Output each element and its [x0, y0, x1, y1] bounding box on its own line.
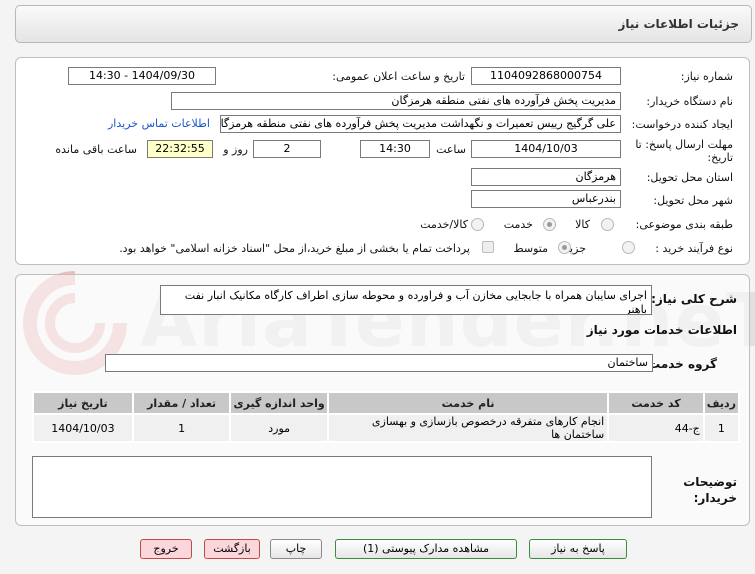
category-option-goods-label: کالا	[575, 218, 590, 231]
process-type-label: نوع فرآیند خرید :	[655, 242, 733, 255]
col-index: ردیف	[702, 391, 741, 415]
province-field: هرمزگان	[471, 168, 621, 186]
category-option-service-label: خدمت	[503, 218, 533, 231]
days-label: روز و	[223, 143, 248, 156]
row-qty: 1	[131, 413, 232, 443]
table-row: 1 ج-44 انجام کارهای متفرقه درخصوص بازساز…	[32, 413, 741, 443]
col-code: کد خدمت	[607, 391, 705, 415]
row-date: 1404/10/03	[32, 413, 134, 443]
creator-label: ایجاد کننده درخواست:	[631, 118, 733, 131]
remaining-time-label: ساعت باقی مانده	[55, 143, 137, 156]
treasury-payment-checkbox[interactable]	[482, 241, 494, 253]
reply-button[interactable]: پاسخ به نیاز	[529, 539, 627, 559]
page-title: جزئیات اطلاعات نیاز	[618, 17, 739, 31]
deadline-date-field: 1404/10/03	[471, 140, 621, 158]
remaining-time-field: 22:32:55	[147, 140, 213, 158]
need-info-panel	[15, 57, 750, 265]
process-radio-minor[interactable]	[622, 241, 635, 254]
city-label: شهر محل تحویل:	[653, 194, 733, 207]
row-unit: مورد	[229, 413, 329, 443]
description-field: اجرای سایبان همراه با جابجایی مخازن آب و…	[160, 285, 652, 315]
deadline-label-date: تاریخ:	[707, 151, 733, 164]
services-section-title: اطلاعات خدمات مورد نیاز	[586, 323, 737, 337]
buyer-notes-label: توضیحات خریدار:	[683, 475, 737, 505]
exit-button[interactable]: خروج	[140, 539, 192, 559]
header-bar: جزئیات اطلاعات نیاز	[15, 5, 752, 43]
services-table: ردیف کد خدمت نام خدمت واحد اندازه گیری ت…	[32, 391, 741, 443]
row-code: ج-44	[607, 413, 705, 443]
city-field: بندرعباس	[471, 190, 621, 208]
deadline-time-field: 14:30	[360, 140, 430, 158]
col-unit: واحد اندازه گیری	[229, 391, 329, 415]
treasury-payment-note: پرداخت تمام یا بخشی از مبلغ خرید،از محل …	[119, 242, 470, 255]
process-radio-medium[interactable]	[558, 241, 571, 254]
province-label: استان محل تحویل:	[646, 171, 733, 184]
table-header-row: ردیف کد خدمت نام خدمت واحد اندازه گیری ت…	[32, 391, 741, 415]
deadline-label: مهلت ارسال پاسخ: تا	[635, 138, 733, 151]
process-option-medium-label: متوسط	[513, 242, 548, 255]
buyer-notes-label-1: توضیحات خریدار:	[683, 474, 737, 506]
col-name: نام خدمت	[326, 391, 610, 415]
days-remaining-field: 2	[253, 140, 321, 158]
deadline-time-label: ساعت	[436, 143, 466, 156]
need-number-field: 1104092868000754	[471, 67, 621, 85]
buyer-org-field: مدیریت پخش فرآورده های نفتی منطقه هرمزگا…	[171, 92, 621, 110]
buyer-notes-field	[32, 456, 652, 518]
description-label: شرح کلی نیاز:	[651, 292, 737, 306]
back-button[interactable]: بازگشت	[204, 539, 260, 559]
announce-label: تاریخ و ساعت اعلان عمومی:	[332, 70, 465, 83]
row-name: انجام کارهای متفرقه درخصوص بازسازی و بهس…	[326, 413, 610, 443]
service-group-label: گروه خدمت:	[643, 357, 717, 371]
category-radio-goods[interactable]	[601, 218, 614, 231]
row-index: 1	[702, 413, 741, 443]
print-button[interactable]: چاپ	[270, 539, 322, 559]
announce-field: 1404/09/30 - 14:30	[68, 67, 216, 85]
col-date: تاریخ نیاز	[32, 391, 134, 415]
creator-field: علی گرگیج رییس تعمیرات و نگهداشت مدیریت …	[220, 115, 621, 133]
attachments-button[interactable]: مشاهده مدارک پیوستی (1)	[335, 539, 517, 559]
col-qty: تعداد / مقدار	[131, 391, 232, 415]
category-option-both-label: کالا/خدمت	[420, 218, 468, 231]
need-number-label: شماره نیاز:	[680, 70, 733, 83]
service-group-field: ساختمان	[105, 354, 653, 372]
category-radio-both[interactable]	[471, 218, 484, 231]
buyer-org-label: نام دستگاه خریدار:	[646, 95, 733, 108]
category-label: طبقه بندی موضوعی:	[635, 218, 733, 231]
buyer-contact-link[interactable]: اطلاعات تماس خریدار	[108, 117, 210, 130]
category-radio-service[interactable]	[543, 218, 556, 231]
